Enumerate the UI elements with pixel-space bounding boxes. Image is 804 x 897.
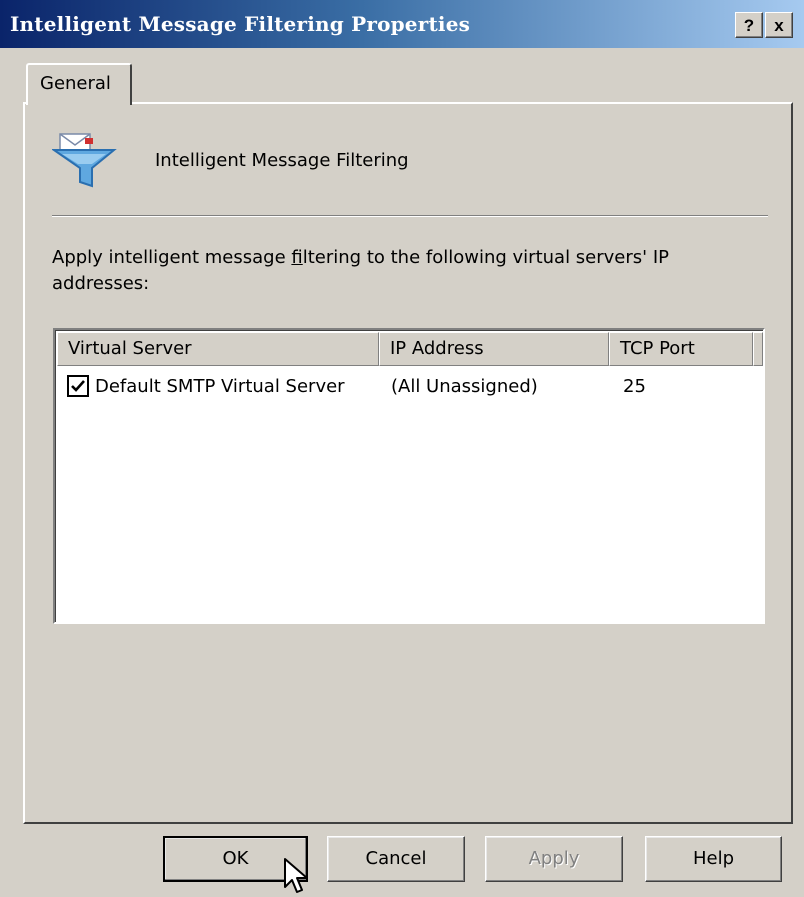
cell-tcp-port: 25 <box>623 376 646 397</box>
virtual-server-list[interactable]: Virtual Server IP Address TCP Port Defau… <box>53 328 765 624</box>
column-header-tcp-port[interactable]: TCP Port <box>609 332 753 366</box>
column-header-filler <box>753 332 763 366</box>
tab-general[interactable]: General <box>26 63 132 105</box>
funnel-mail-icon <box>52 133 117 188</box>
title-bar[interactable]: Intelligent Message Filtering Properties… <box>0 0 804 48</box>
cell-virtual-server: Default SMTP Virtual Server <box>95 376 345 397</box>
help-title-button[interactable]: ? <box>735 12 763 38</box>
checkmark-icon <box>71 380 85 392</box>
description-mnemonic: f <box>291 247 303 268</box>
column-header-ip-address[interactable]: IP Address <box>379 332 609 366</box>
description-text-part: Apply intelligent message <box>52 247 292 268</box>
separator <box>52 215 768 217</box>
header-label: Intelligent Message Filtering <box>155 150 409 171</box>
close-button[interactable]: x <box>765 12 793 38</box>
server-enabled-checkbox[interactable] <box>67 375 89 397</box>
cancel-button[interactable]: Cancel <box>327 836 465 882</box>
mouse-pointer-icon <box>284 858 308 893</box>
list-row[interactable]: Default SMTP Virtual Server (All Unassig… <box>57 372 761 402</box>
column-header-virtual-server[interactable]: Virtual Server <box>57 332 379 366</box>
description-text: Apply intelligent message filtering to t… <box>52 245 752 297</box>
help-button[interactable]: Help <box>645 836 782 882</box>
window-title: Intelligent Message Filtering Properties <box>10 12 471 36</box>
apply-button[interactable]: Apply <box>485 836 623 882</box>
cell-ip-address: (All Unassigned) <box>391 376 538 397</box>
tab-general-label: General <box>40 73 111 94</box>
